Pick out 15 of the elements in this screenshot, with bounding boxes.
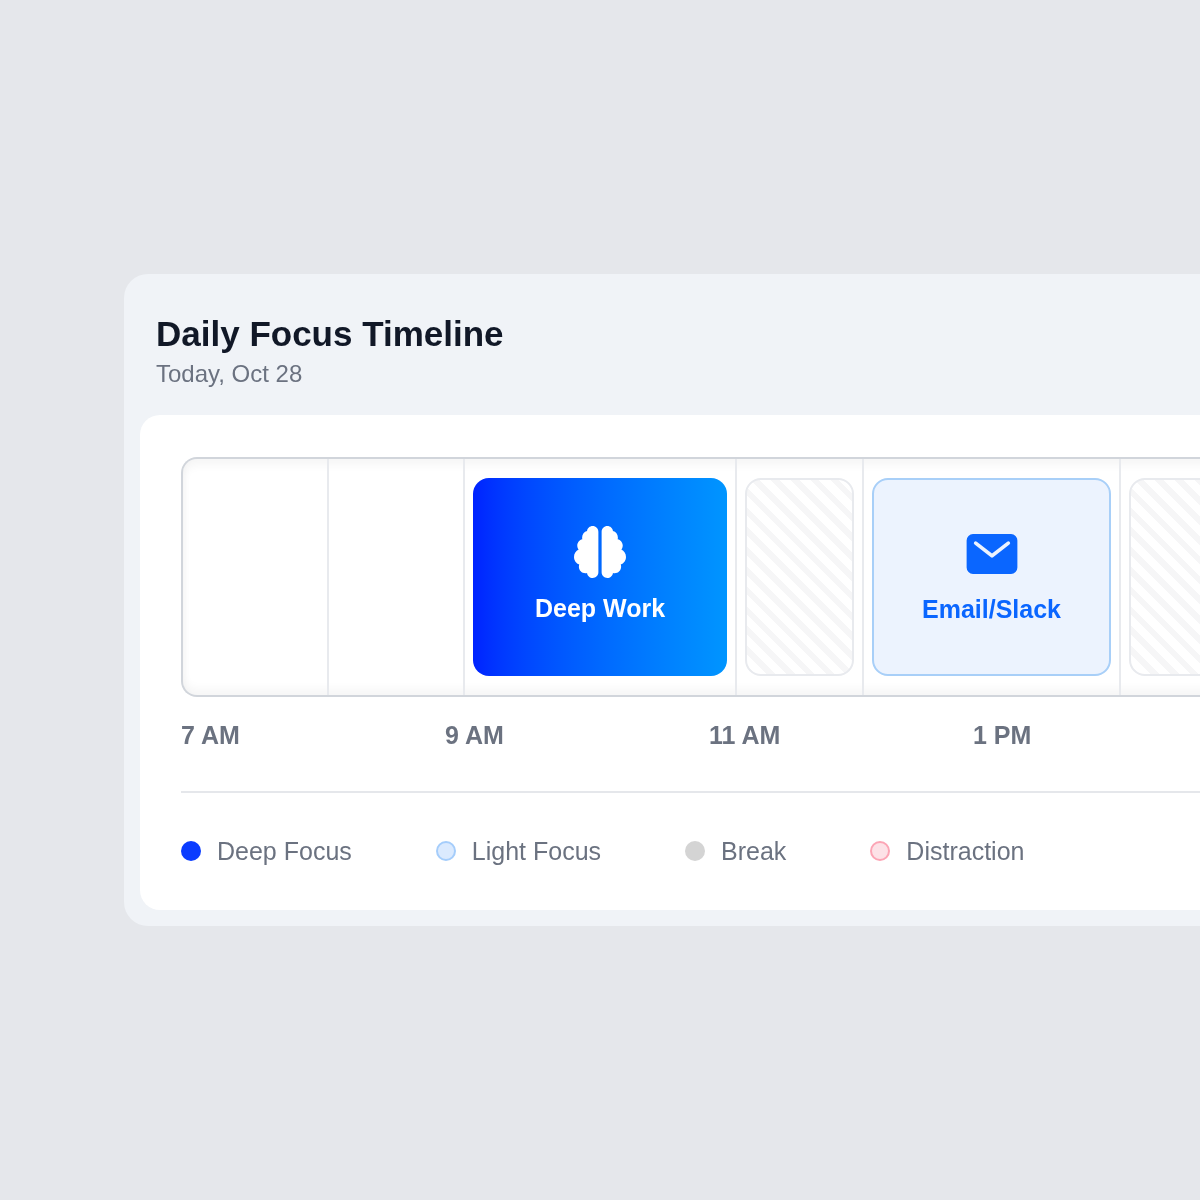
- block-label: Email/Slack: [922, 594, 1061, 626]
- hour-label: 11 AM: [709, 721, 781, 749]
- hour-label: 7 AM: [181, 721, 240, 749]
- email-block[interactable]: Email/Slack: [872, 478, 1111, 676]
- deep-work-block[interactable]: Deep Work: [473, 478, 727, 676]
- card-subtitle: Today, Oct 28: [156, 359, 304, 389]
- legend-label: Deep Focus: [217, 835, 352, 867]
- brain-icon: [574, 526, 626, 579]
- legend-label: Light Focus: [471, 835, 602, 867]
- block-label: Deep Work: [534, 593, 666, 625]
- legend-label: Distraction: [906, 835, 1025, 867]
- card-title: Daily Focus Timeline: [156, 313, 505, 355]
- hour-label: 1 PM: [973, 721, 1032, 749]
- hour-label: 9 AM: [445, 721, 504, 749]
- legend-label: Break: [721, 835, 787, 867]
